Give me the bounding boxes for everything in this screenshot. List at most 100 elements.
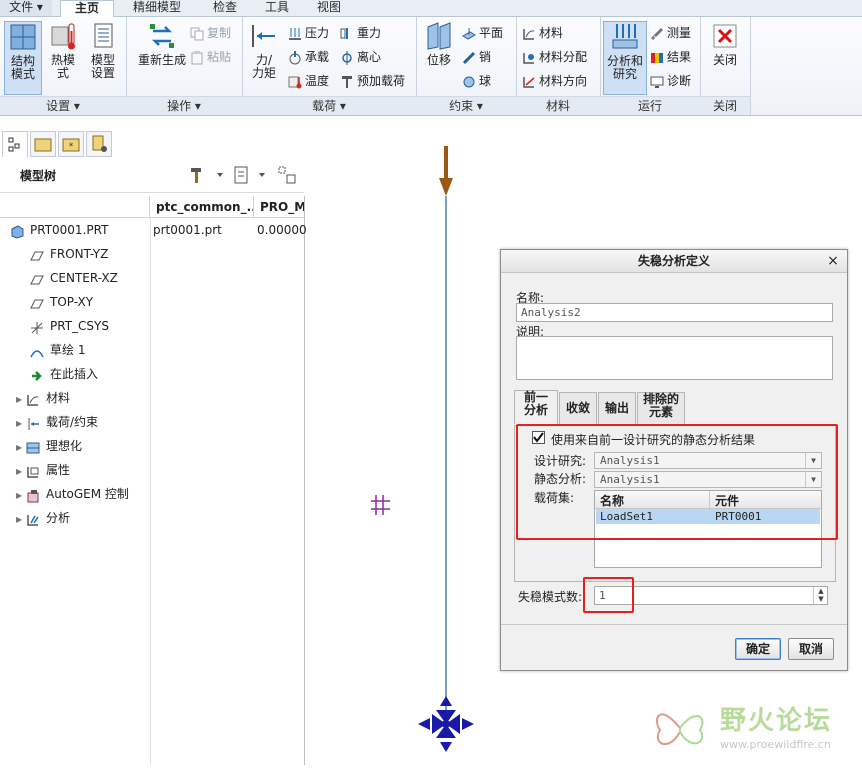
structure-mode-button[interactable]: 结构 模式 (4, 21, 42, 95)
group-material: 材料 材料分配 材料方向 材料 (516, 17, 601, 115)
analyses-studies-label: 分析和 研究 (606, 54, 643, 81)
spinner-down-icon[interactable]: ▼ (814, 595, 828, 603)
expand-arrow-icon[interactable]: ▶ (16, 389, 26, 411)
force-moment-button[interactable]: 力/ 力矩 (248, 21, 280, 80)
group-operation-label[interactable]: 操作 ▾ (126, 96, 242, 115)
tab-output[interactable]: 输出 (598, 392, 636, 424)
results-button[interactable]: 结果 (650, 47, 691, 67)
tree-item-prt-csys[interactable]: PRT_CSYS (30, 315, 109, 337)
structure-mode-label: 结构 模式 (10, 54, 35, 81)
highlight-box-mode-count (583, 577, 634, 613)
measure-icon (650, 27, 664, 41)
group-loads-label[interactable]: 载荷 ▾ (242, 96, 416, 115)
ball-icon (462, 75, 476, 89)
tab-convergence[interactable]: 收敛 (559, 392, 597, 424)
plane-constraint-button[interactable]: 平面 (462, 23, 503, 43)
tree-item-insert-here[interactable]: 在此插入 (30, 363, 98, 385)
dialog-divider (501, 624, 847, 625)
results-icon (650, 51, 664, 65)
diagnose-button[interactable]: 诊断 (650, 71, 691, 91)
star-folder-icon: * (62, 138, 80, 152)
tab-favorites[interactable]: * (58, 131, 84, 157)
ball-constraint-button[interactable]: 球 (462, 71, 491, 91)
tab-refine-model[interactable]: 精细模型 (118, 0, 196, 16)
tree-column-pro-m[interactable]: PRO_M (254, 196, 304, 218)
temperature-button[interactable]: 温度 (288, 71, 329, 91)
tree-column-name[interactable] (0, 196, 150, 218)
ribbon-tab-bar: 文件 ▾ 主页 精细模型 检查 工具 视图 (0, 0, 862, 18)
material-assign-button[interactable]: 材料分配 (522, 47, 587, 67)
gravity-button[interactable]: 重力 (340, 23, 381, 43)
constraint-symbol-icon (418, 696, 474, 752)
buckling-modes-spinner[interactable]: ▲ ▼ (813, 587, 828, 604)
regenerate-icon (147, 21, 177, 51)
cancel-button[interactable]: 取消 (788, 638, 834, 660)
copy-button[interactable]: 复制 (190, 23, 231, 43)
tab-model-tree[interactable] (2, 131, 28, 157)
group-constraints-label[interactable]: 约束 ▾ (416, 96, 516, 115)
tab-layers[interactable] (30, 131, 56, 157)
watermark-url: www.proewildfire.cn (720, 738, 831, 751)
group-operation: 重新生成 复制 粘贴 操作 ▾ (126, 17, 243, 115)
tab-settings-tree[interactable] (86, 131, 112, 157)
pressure-button[interactable]: 压力 (288, 23, 329, 43)
bearing-button[interactable]: 承载 (288, 47, 329, 67)
close-button[interactable]: 关闭 (708, 21, 742, 67)
tab-previous-analysis[interactable]: 前一 分析 (514, 390, 558, 424)
force-moment-label: 力/ 力矩 (251, 53, 276, 80)
tree-item-idealization[interactable]: ▶ 理想化 (16, 435, 82, 457)
expand-arrow-icon[interactable]: ▶ (16, 485, 26, 507)
group-setup-label[interactable]: 设置 ▾ (0, 96, 126, 115)
thermal-mode-label: 热模 式 (50, 53, 75, 80)
tab-inspect[interactable]: 检查 (200, 0, 250, 16)
material-button[interactable]: 材料 (522, 23, 563, 43)
tab-view[interactable]: 视图 (304, 0, 354, 16)
show-filter-icon (278, 166, 296, 184)
analyses-studies-button[interactable]: 分析和 研究 (603, 21, 647, 95)
model-setup-button[interactable]: 模型 设置 (86, 21, 120, 80)
tree-item-autogem[interactable]: ▶ AutoGEM 控制 (16, 483, 129, 505)
preload-button[interactable]: 预加载荷 (340, 71, 405, 91)
group-setup: 结构 模式 热模 式 模型 设置 设置 ▾ (0, 17, 127, 115)
tree-item-loads-constraints[interactable]: ▶ 载荷/约束 (16, 411, 98, 433)
tree-settings-button[interactable] (232, 164, 268, 186)
dialog-close-icon[interactable]: × (825, 252, 841, 270)
description-textarea[interactable] (516, 336, 833, 380)
expand-arrow-icon[interactable]: ▶ (16, 413, 26, 435)
tab-excluded-elements[interactable]: 排除的 元素 (637, 392, 685, 424)
tab-home[interactable]: 主页 (60, 0, 114, 18)
tree-item-sketch[interactable]: 草绘 1 (30, 339, 85, 361)
material-direction-button[interactable]: 材料方向 (522, 71, 587, 91)
bearing-icon (288, 50, 302, 65)
tree-item-center-xz[interactable]: CENTER-XZ (30, 267, 118, 289)
idealization-icon (26, 440, 40, 454)
tree-item-properties[interactable]: ▶ 属性 (16, 459, 70, 481)
thermal-mode-button[interactable]: 热模 式 (46, 21, 80, 80)
expand-arrow-icon[interactable]: ▶ (16, 461, 26, 483)
tree-item-front-yz[interactable]: FRONT-YZ (30, 243, 108, 265)
tree-item-part[interactable]: PRT0001.PRT (10, 219, 108, 241)
measure-button[interactable]: 测量 (650, 23, 691, 43)
temperature-icon (288, 75, 302, 89)
spinner-up-icon[interactable]: ▲ (814, 587, 828, 595)
tab-file[interactable]: 文件 ▾ (0, 0, 52, 16)
tree-item-top-xy[interactable]: TOP-XY (30, 291, 93, 313)
copy-icon (190, 27, 204, 41)
centrifugal-button[interactable]: 离心 (340, 47, 381, 67)
pin-constraint-button[interactable]: 销 (462, 47, 491, 67)
ok-button[interactable]: 确定 (735, 638, 781, 660)
paste-button[interactable]: 粘贴 (190, 47, 231, 67)
tree-column-ptc-common[interactable]: ptc_common_... (150, 196, 254, 218)
tab-tools[interactable]: 工具 (252, 0, 302, 16)
expand-arrow-icon[interactable]: ▶ (16, 437, 26, 459)
displacement-button[interactable]: 位移 (422, 21, 456, 67)
document-gear-icon (92, 135, 107, 152)
tree-filter-button[interactable] (276, 164, 300, 186)
name-input[interactable]: Analysis2 (516, 303, 833, 322)
tree-item-materials[interactable]: ▶ 材料 (16, 387, 70, 409)
regenerate-button[interactable]: 重新生成 (132, 21, 192, 67)
expand-arrow-icon[interactable]: ▶ (16, 509, 26, 531)
load-arrow-icon (439, 146, 453, 196)
tree-item-analyses[interactable]: ▶ 分析 (16, 507, 70, 529)
tree-tools-button[interactable] (188, 164, 224, 186)
